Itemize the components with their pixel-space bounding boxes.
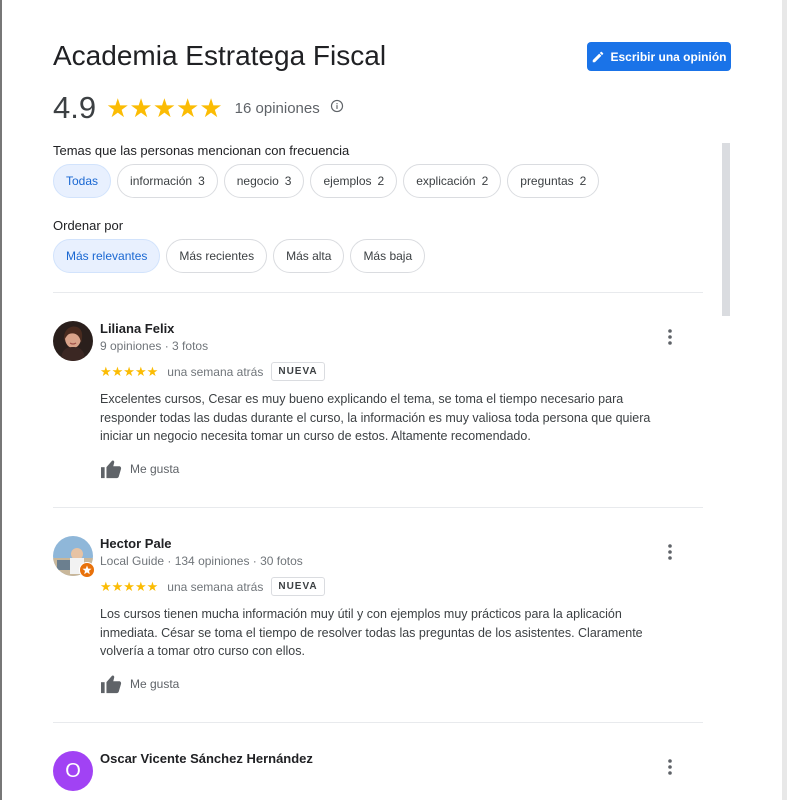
- star-rating: ★★★★★: [106, 92, 223, 123]
- avatar-letter: O: [65, 759, 81, 782]
- new-badge: NUEVA: [271, 362, 325, 381]
- review-count: 16 opiniones: [234, 99, 320, 117]
- sort-most-relevant[interactable]: Más relevantes: [53, 239, 161, 273]
- sort-lowest[interactable]: Más baja: [350, 239, 426, 273]
- topic-chip-explicacion[interactable]: explicación 2: [403, 164, 502, 198]
- new-badge: NUEVA: [271, 577, 325, 596]
- more-options-icon[interactable]: [665, 542, 675, 567]
- place-title: Academia Estratega Fiscal: [53, 40, 387, 71]
- chip-label: Todas: [66, 174, 99, 188]
- chip-label: información: [130, 174, 193, 188]
- chip-label: ejemplos: [323, 174, 372, 188]
- window-edge: [782, 0, 787, 800]
- topic-chip-informacion[interactable]: información 3: [117, 164, 218, 198]
- divider: [53, 292, 703, 293]
- review-item: Liliana Felix 9 opiniones · 3 fotos ★★★★…: [53, 321, 703, 491]
- topic-chip-ejemplos[interactable]: ejemplos 2: [310, 164, 398, 198]
- reviewer-avatar[interactable]: [53, 321, 93, 361]
- more-options-icon[interactable]: [665, 757, 675, 782]
- divider: [53, 507, 703, 508]
- write-review-button[interactable]: Escribir una opinión: [587, 42, 731, 71]
- review-date: una semana atrás: [167, 579, 264, 594]
- reviews-dialog: Academia Estratega Fiscal Escribir una o…: [2, 0, 782, 800]
- reviewer-meta: Local Guide · 134 opiniones · 30 fotos: [100, 554, 303, 568]
- topic-chips: Todas información 3 negocio 3 ejemplos 2 ex…: [53, 164, 600, 198]
- review-item: Hector Pale Local Guide · 134 opiniones …: [53, 536, 703, 706]
- review-date: una semana atrás: [167, 364, 264, 379]
- review-text: Excelentes cursos, Cesar es muy bueno ex…: [100, 392, 651, 443]
- chip-label: explicación: [416, 174, 476, 188]
- topic-chip-negocio[interactable]: negocio 3: [223, 164, 305, 198]
- thumbs-up-icon: [101, 460, 122, 479]
- topics-label: Temas que las personas mencionan con fre…: [53, 143, 350, 158]
- like-button[interactable]: Me gusta: [100, 674, 179, 694]
- pencil-icon: [593, 51, 604, 62]
- review-rating-row: ★★★★★ una semana atrás NUEVA: [100, 362, 325, 381]
- chip-count: 2: [481, 174, 489, 188]
- reviewer-name[interactable]: Hector Pale: [100, 536, 172, 551]
- review-text: Los cursos tienen mucha información muy …: [100, 607, 643, 658]
- reviewer-meta: 9 opiniones · 3 fotos: [100, 339, 209, 353]
- like-label: Me gusta: [130, 462, 180, 476]
- rating-summary: 4.9 ★★★★★ 16 opiniones: [53, 90, 344, 126]
- more-options-icon[interactable]: [665, 327, 675, 352]
- chip-count: 3: [198, 174, 205, 188]
- divider: [53, 722, 703, 723]
- chip-count: 2: [579, 174, 587, 188]
- chip-label: negocio: [236, 174, 279, 188]
- reviewer-name[interactable]: Oscar Vicente Sánchez Hernández: [100, 751, 313, 766]
- info-icon[interactable]: [330, 99, 344, 118]
- like-label: Me gusta: [130, 677, 180, 691]
- reviewer-avatar[interactable]: O: [53, 751, 93, 791]
- reviewer-avatar[interactable]: [53, 536, 95, 578]
- chip-label: preguntas: [520, 174, 574, 188]
- thumbs-up-icon: [101, 675, 122, 694]
- sort-newest[interactable]: Más recientes: [166, 239, 268, 273]
- chip-count: 3: [284, 174, 292, 188]
- local-guide-badge-icon: [79, 562, 95, 578]
- review-item: O Oscar Vicente Sánchez Hernández: [53, 751, 703, 800]
- topic-chip-todas[interactable]: Todas: [53, 164, 112, 198]
- scrollbar-thumb[interactable]: [722, 143, 730, 316]
- sort-label: Ordenar por: [53, 218, 124, 233]
- sort-chips: Más relevantes Más recientes Más alta Má…: [53, 239, 426, 273]
- average-rating: 4.9: [53, 90, 97, 125]
- chip-count: 2: [377, 174, 385, 188]
- topic-chip-preguntas[interactable]: preguntas 2: [507, 164, 600, 198]
- write-review-label: Escribir una opinión: [610, 49, 727, 64]
- review-rating-row: ★★★★★ una semana atrás NUEVA: [100, 577, 325, 596]
- review-stars: ★★★★★: [100, 363, 159, 379]
- sort-highest[interactable]: Más alta: [273, 239, 345, 273]
- like-button[interactable]: Me gusta: [100, 459, 179, 479]
- reviewer-name[interactable]: Liliana Felix: [100, 321, 174, 336]
- review-stars: ★★★★★: [100, 578, 159, 594]
